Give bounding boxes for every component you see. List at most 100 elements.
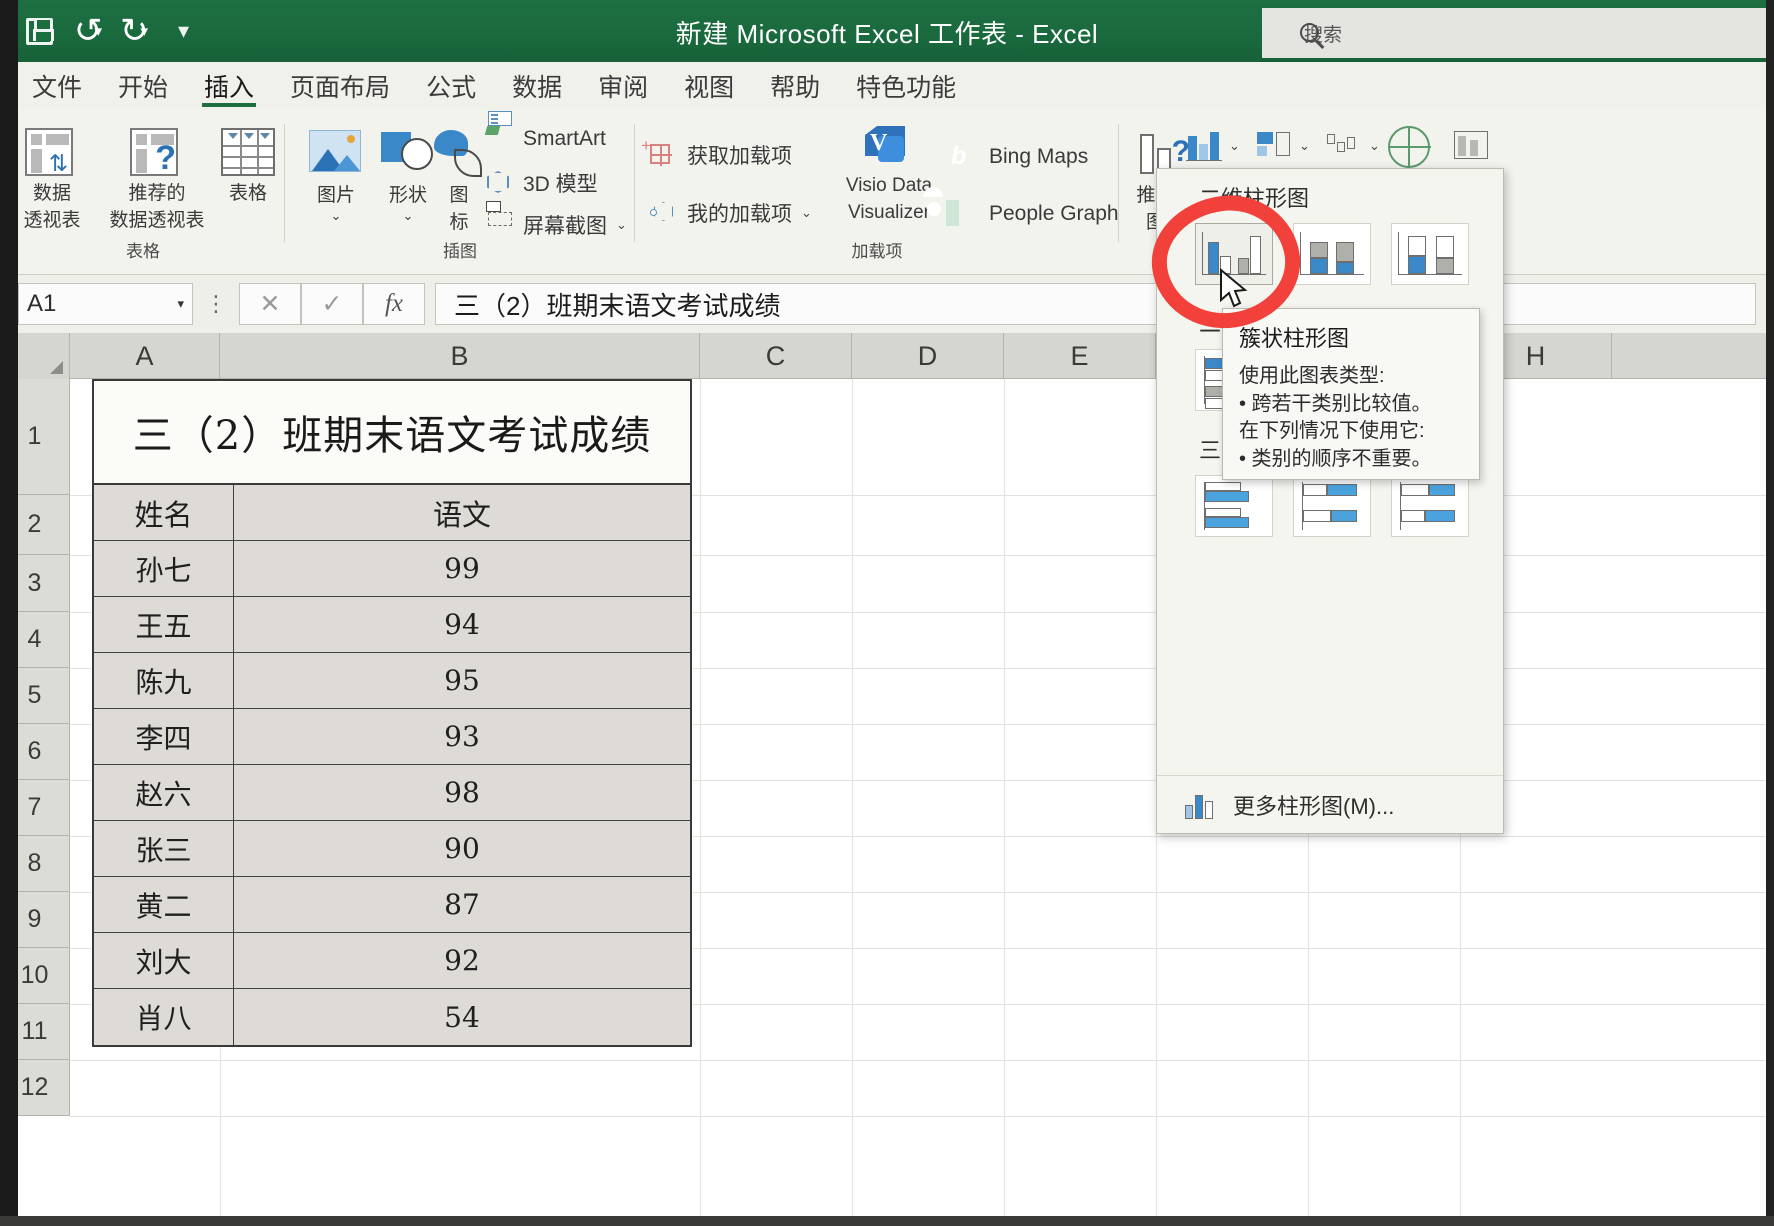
name-box[interactable]: A1 ▾ <box>18 283 193 325</box>
tab-view[interactable]: 视图 <box>666 62 752 110</box>
photo-edge-left <box>0 0 18 1226</box>
table-row[interactable]: 张三 90 <box>94 821 690 877</box>
confirm-button[interactable]: ✓ <box>301 283 363 325</box>
waterfall-chart-button[interactable]: ⌄ <box>1324 128 1380 164</box>
picture-label: 图片 <box>317 185 355 207</box>
cell-name: 张三 <box>94 821 234 876</box>
waterfall-chart-icon <box>1324 128 1366 164</box>
cell-name: 肖八 <box>94 989 234 1045</box>
cell-name: 赵六 <box>94 765 234 820</box>
tab-featured[interactable]: 特色功能 <box>838 62 974 110</box>
picture-caret-icon[interactable]: ⌄ <box>331 209 342 222</box>
get-addins-button[interactable]: + 获取加载项 <box>650 140 792 170</box>
map-chart-button[interactable] <box>1388 126 1430 168</box>
model-3d-button[interactable]: 3D 模型 <box>486 168 598 198</box>
column-chart-caret-icon[interactable]: ⌄ <box>1229 138 1240 154</box>
screenshot-caret-icon[interactable]: ⌄ <box>616 217 627 233</box>
formula-input[interactable]: 三（2）班期末语文考试成绩 <box>435 283 1756 325</box>
tab-formulas[interactable]: 公式 <box>408 62 494 110</box>
hierarchy-chart-button[interactable]: ⌄ <box>1254 128 1310 164</box>
column-chart-button[interactable]: ⌄ <box>1184 128 1240 164</box>
table-row[interactable]: 孙七 99 <box>94 541 690 597</box>
cell-score: 95 <box>234 653 690 708</box>
table-row[interactable]: 陈九 95 <box>94 653 690 709</box>
smartart-label: SmartArt <box>523 127 606 151</box>
cell-name: 李四 <box>94 709 234 764</box>
table-button[interactable]: 表格 <box>204 128 292 205</box>
icons-button[interactable]: 图 标 <box>434 130 484 234</box>
hierarchy-chart-icon <box>1254 128 1296 164</box>
chart-option-3d-clustered-bar[interactable] <box>1195 475 1273 537</box>
tab-page-layout[interactable]: 页面布局 <box>272 62 408 110</box>
column-header-b[interactable]: B <box>220 333 700 379</box>
my-addins-button[interactable]: 我的加载项 ⌄ <box>650 198 812 228</box>
more-column-charts-item[interactable]: 更多柱形图(M)... <box>1157 775 1503 833</box>
mouse-cursor-icon <box>1219 268 1249 312</box>
visio-icon: V <box>862 124 914 170</box>
search-input[interactable]: 搜索 <box>1262 8 1774 58</box>
tab-help[interactable]: 帮助 <box>752 62 838 110</box>
cell-name: 陈九 <box>94 653 234 708</box>
tab-file[interactable]: 文件 <box>14 62 100 110</box>
title-bar: ↺ ▾ ↻ ▾ ▾ 新建 Microsoft Excel 工作表 - Excel… <box>0 0 1774 62</box>
recommended-pivot-table-button[interactable]: ? 推荐的 数据透视表 <box>96 128 218 232</box>
cell-area[interactable]: 三（2）班期末语文考试成绩 姓名 语文 孙七 99 王五 94 陈九 95 <box>70 379 1774 1226</box>
my-addins-caret-icon[interactable]: ⌄ <box>801 205 812 221</box>
hierarchy-chart-caret-icon[interactable]: ⌄ <box>1299 138 1310 154</box>
tab-data[interactable]: 数据 <box>494 62 580 110</box>
people-graph-button[interactable]: People Graph <box>944 198 1119 230</box>
tooltip-lead-2: 在下列情况下使用它: <box>1239 418 1465 446</box>
smartart-button[interactable]: SmartArt <box>486 126 606 152</box>
column-header-c[interactable]: C <box>700 333 852 379</box>
ribbon-separator-2 <box>634 124 635 242</box>
ribbon-group-label-illustrations: 插图 <box>292 237 628 262</box>
tab-insert[interactable]: 插入 <box>186 62 272 110</box>
header-chinese: 语文 <box>234 485 690 540</box>
table-row[interactable]: 肖八 54 <box>94 989 690 1045</box>
score-table[interactable]: 三（2）班期末语文考试成绩 姓名 语文 孙七 99 王五 94 陈九 95 <box>92 379 692 1047</box>
formula-bar-expand-handle[interactable]: ⋮ <box>193 291 239 317</box>
name-box-value: A1 <box>27 290 56 318</box>
name-box-caret-icon[interactable]: ▾ <box>177 296 184 312</box>
ribbon-separator-3 <box>1118 124 1119 242</box>
table-header-row[interactable]: 姓名 语文 <box>94 485 690 541</box>
ribbon-tabs: 文件 开始 插入 页面布局 公式 数据 审阅 视图 帮助 特色功能 <box>0 62 1774 110</box>
visio-label-2: Visualizer <box>848 202 930 224</box>
chart-option-3d-stacked-bar[interactable] <box>1293 475 1371 537</box>
cell-score: 92 <box>234 933 690 988</box>
chart-option-100-stacked-column[interactable] <box>1391 223 1469 285</box>
pivot-table-label-1: 数据 <box>33 183 71 205</box>
table-row[interactable]: 赵六 98 <box>94 765 690 821</box>
shapes-caret-icon[interactable]: ⌄ <box>403 209 414 222</box>
insert-function-button[interactable]: fx <box>363 283 425 325</box>
bing-maps-button[interactable]: b Bing Maps <box>944 140 1088 174</box>
score-table-title[interactable]: 三（2）班期末语文考试成绩 <box>94 381 690 485</box>
waterfall-chart-caret-icon[interactable]: ⌄ <box>1369 138 1380 154</box>
screenshot-button[interactable]: 屏幕截图 ⌄ <box>486 210 627 240</box>
column-header-a[interactable]: A <box>70 333 220 379</box>
cancel-button[interactable]: ✕ <box>239 283 301 325</box>
icons-label-2: 标 <box>449 212 468 234</box>
formula-bar: A1 ▾ ⋮ ✕ ✓ fx 三（2）班期末语文考试成绩 <box>0 275 1774 333</box>
column-header-e[interactable]: E <box>1004 333 1156 379</box>
column-header-d[interactable]: D <box>852 333 1004 379</box>
chart-option-3d-100-stacked-bar[interactable] <box>1391 475 1469 537</box>
chart-tooltip: 簇状柱形图 使用此图表类型: • 跨若干类别比较值。 在下列情况下使用它: • … <box>1222 308 1480 480</box>
chart-option-stacked-column[interactable] <box>1293 223 1371 285</box>
tab-home[interactable]: 开始 <box>100 62 186 110</box>
search-icon <box>1300 23 1319 42</box>
table-row[interactable]: 李四 93 <box>94 709 690 765</box>
table-row[interactable]: 刘大 92 <box>94 933 690 989</box>
cell-score: 94 <box>234 597 690 652</box>
pivot-chart-button[interactable] <box>1452 128 1494 164</box>
ribbon-group-addins: + 获取加载项 我的加载项 ⌄ V Visio Data Visualizer … <box>642 114 1112 264</box>
bing-maps-label: Bing Maps <box>989 145 1088 169</box>
tab-review[interactable]: 审阅 <box>580 62 666 110</box>
table-row[interactable]: 黄二 87 <box>94 877 690 933</box>
pivot-table-button[interactable]: ⇅ 数据 透视表 <box>8 128 96 232</box>
tooltip-lead: 使用此图表类型: <box>1239 363 1465 391</box>
cell-score: 90 <box>234 821 690 876</box>
screenshot-label: 屏幕截图 <box>523 210 607 240</box>
table-row[interactable]: 王五 94 <box>94 597 690 653</box>
photo-edge-right <box>1766 0 1774 1226</box>
